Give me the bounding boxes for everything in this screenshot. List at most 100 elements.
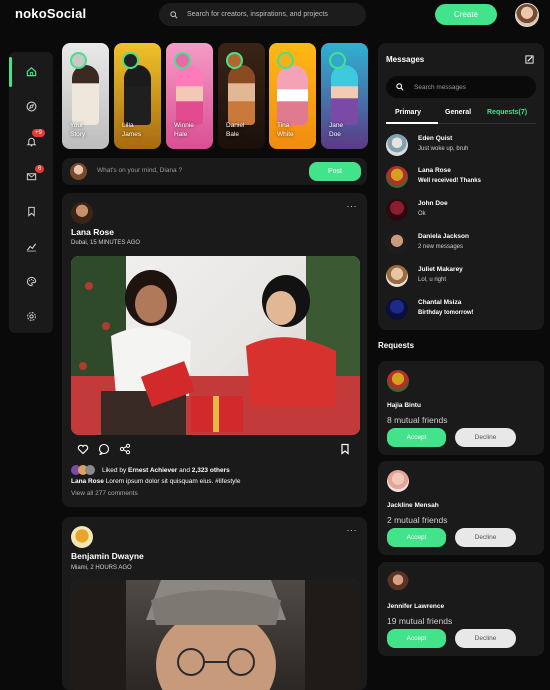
view-comments-link[interactable]: View all 277 comments: [71, 490, 138, 497]
message-sender: Juliet Makarey: [418, 266, 463, 273]
tab-requests[interactable]: Requests(7): [487, 109, 527, 116]
accept-button[interactable]: Accept: [387, 528, 446, 547]
sidebar-item-bookmarks[interactable]: [9, 194, 53, 228]
create-button[interactable]: Create: [435, 4, 497, 25]
analytics-icon: [26, 242, 36, 251]
story-avatar: [226, 52, 243, 69]
story-lilla-james[interactable]: Lilla James: [114, 43, 161, 149]
bookmark-icon: [27, 206, 35, 217]
search-icon: [170, 10, 178, 19]
post-author-avatar[interactable]: [71, 526, 93, 548]
post-image[interactable]: [71, 256, 360, 435]
tab-primary[interactable]: Primary: [395, 109, 421, 116]
message-sender: Lana Rose: [418, 167, 451, 174]
post-button[interactable]: Post: [309, 162, 361, 181]
post-author-avatar[interactable]: [71, 202, 93, 224]
story-avatar: [277, 52, 294, 69]
liked-by: Liked by Ernest Achiever and 2,323 other…: [71, 465, 230, 475]
message-item[interactable]: Eden Quist Just woke up, bruh: [386, 133, 541, 157]
sidebar-item-home[interactable]: [9, 54, 53, 88]
post-options-button[interactable]: ···: [347, 525, 358, 535]
story-winnie-hale[interactable]: Winnie Hale: [166, 43, 213, 149]
message-avatar: [386, 265, 408, 287]
story-tina-white[interactable]: Tina White: [269, 43, 316, 149]
request-name[interactable]: Jennifer Lawrence: [387, 603, 444, 610]
story-image: [124, 65, 151, 125]
message-item[interactable]: John Doe Ok: [386, 198, 541, 222]
profile-avatar[interactable]: [515, 3, 539, 27]
message-avatar: [386, 199, 408, 221]
story-jane-doe[interactable]: Jane Doe: [321, 43, 368, 149]
story-your-story[interactable]: Your Story: [62, 43, 109, 149]
messages-panel: Messages Search messages Primary General…: [378, 43, 544, 330]
story-daniel-bale[interactable]: Daniel Bale: [218, 43, 265, 149]
heart-icon[interactable]: [77, 443, 89, 455]
post-image[interactable]: [71, 580, 360, 690]
post-photo-illustration: [71, 256, 360, 435]
search-icon: [396, 83, 404, 91]
post-author-name[interactable]: Lana Rose: [71, 227, 114, 237]
messages-search[interactable]: Search messages: [386, 76, 536, 98]
message-preview: 2 new messages: [418, 244, 464, 250]
sidebar-item-messages[interactable]: 6: [9, 159, 53, 193]
comment-icon[interactable]: [98, 443, 110, 455]
friend-request-card: Jackline Mensah 2 mutual friends Accept …: [378, 461, 544, 555]
tab-active-underline: [386, 122, 438, 124]
active-indicator: [9, 57, 12, 87]
message-avatar: [386, 166, 408, 188]
decline-button[interactable]: Decline: [455, 428, 516, 447]
messages-search-input[interactable]: Search messages: [414, 84, 466, 91]
story-name: Lilla James: [122, 122, 142, 138]
story-image: [277, 65, 308, 125]
request-avatar[interactable]: [387, 370, 409, 392]
composer-input[interactable]: What's on your mind, Diana ?: [97, 167, 182, 174]
decline-button[interactable]: Decline: [455, 528, 516, 547]
decline-button[interactable]: Decline: [455, 629, 516, 648]
message-item[interactable]: Chantal Msiza Birthday tomorrow!: [386, 297, 541, 321]
story-avatar: [70, 52, 87, 69]
message-item[interactable]: Lana Rose Well received! Thanks: [386, 165, 541, 189]
mutual-friends: 8 mutual friends: [387, 415, 448, 425]
accept-button[interactable]: Accept: [387, 428, 446, 447]
feed-post: Benjamin Dwayne Miami, 2 HOURS AGO ···: [62, 517, 367, 690]
edit-icon[interactable]: [525, 55, 534, 64]
sidebar-item-notifications[interactable]: +9: [9, 124, 53, 158]
share-icon[interactable]: [119, 443, 131, 455]
search-input[interactable]: Search for creators, inspirations, and p…: [187, 11, 328, 18]
message-preview: Birthday tomorrow!: [418, 310, 474, 316]
sidebar-item-theme[interactable]: [9, 264, 53, 298]
request-avatar[interactable]: [387, 470, 409, 492]
request-avatar[interactable]: [387, 571, 409, 593]
sidebar-item-analytics[interactable]: [9, 229, 53, 263]
bookmark-icon[interactable]: [339, 443, 351, 455]
accept-button[interactable]: Accept: [387, 629, 446, 648]
request-name[interactable]: Hajia Bintu: [387, 402, 421, 409]
message-avatar: [386, 298, 408, 320]
post-author-name[interactable]: Benjamin Dwayne: [71, 551, 144, 561]
composer-avatar: [70, 163, 87, 180]
story-avatar: [122, 52, 139, 69]
messages-title: Messages: [386, 55, 425, 64]
app-logo[interactable]: nokoSocial: [15, 6, 86, 21]
story-name: Daniel Bale: [226, 122, 245, 138]
story-name: Tina White: [277, 122, 294, 138]
friend-request-card: Jennifer Lawrence 19 mutual friends Acce…: [378, 562, 544, 656]
post-options-button[interactable]: ···: [347, 201, 358, 211]
sidebar-item-settings[interactable]: [9, 299, 53, 333]
story-avatar: [174, 52, 191, 69]
request-name[interactable]: Jackline Mensah: [387, 502, 439, 509]
tab-general[interactable]: General: [445, 109, 471, 116]
story-image: [72, 65, 99, 125]
message-item[interactable]: Daniela Jackson 2 new messages: [386, 231, 541, 255]
story-image: [228, 65, 255, 125]
post-actions: [77, 443, 131, 455]
message-preview: Well received! Thanks: [418, 178, 481, 184]
message-preview: Ok: [418, 211, 426, 217]
global-search[interactable]: Search for creators, inspirations, and p…: [159, 3, 366, 26]
sidebar-item-explore[interactable]: [9, 89, 53, 123]
post-meta: Dubai, 15 MINUTES AGO: [71, 240, 141, 246]
story-image: [176, 65, 203, 125]
explore-icon: [26, 101, 36, 111]
story-name: Jane Doe: [329, 122, 344, 138]
message-item[interactable]: Juliet Makarey Lol, u right: [386, 264, 541, 288]
